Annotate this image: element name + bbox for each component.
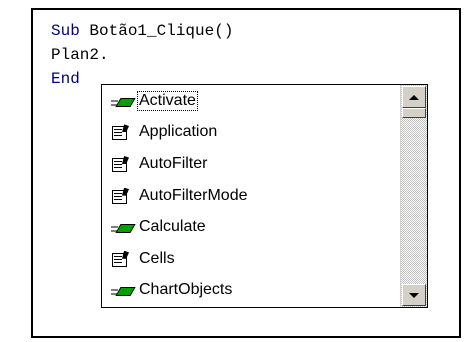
code-line-3[interactable]: End — [51, 68, 80, 90]
list-item[interactable]: AutoFilterMode — [102, 180, 400, 212]
scroll-down-button[interactable] — [402, 284, 426, 306]
procedure-signature: Botão1_Clique() — [79, 22, 234, 40]
end-keyword: End — [51, 70, 80, 88]
object-reference: Plan2. — [51, 46, 109, 64]
list-item[interactable]: AutoFilter — [102, 148, 400, 180]
autocomplete-list[interactable]: Activate Application AutoFilter AutoFilt… — [101, 84, 428, 308]
code-line-1[interactable]: Sub Botão1_Clique() — [51, 20, 233, 42]
list-item[interactable]: Cells — [102, 243, 400, 275]
arrow-up-icon — [409, 94, 419, 100]
list-item-label: Cells — [139, 249, 175, 267]
list-item-label: Application — [139, 123, 218, 141]
list-item-label: Calculate — [139, 218, 206, 236]
list-item-label: AutoFilterMode — [139, 186, 248, 204]
method-icon — [111, 92, 136, 110]
list-item[interactable]: Activate — [102, 85, 400, 117]
arrow-down-icon — [409, 292, 419, 298]
property-icon — [111, 250, 133, 268]
property-icon — [111, 187, 133, 205]
scroll-thumb[interactable] — [402, 108, 426, 118]
method-icon — [111, 281, 136, 299]
code-line-2[interactable]: Plan2. — [51, 44, 109, 66]
property-icon — [111, 123, 133, 141]
member-list: Activate Application AutoFilter AutoFilt… — [102, 85, 400, 307]
method-icon — [111, 218, 136, 236]
list-item[interactable]: Calculate — [102, 211, 400, 243]
list-item-label: AutoFilter — [139, 154, 208, 172]
scroll-up-button[interactable] — [402, 86, 426, 108]
list-item[interactable]: ChartObjects — [102, 275, 400, 307]
vertical-scrollbar[interactable] — [400, 85, 427, 307]
list-item-label: ChartObjects — [139, 281, 233, 299]
property-icon — [111, 155, 133, 173]
list-item[interactable]: Application — [102, 117, 400, 149]
sub-keyword: Sub — [51, 22, 80, 40]
list-item-label: Activate — [137, 90, 198, 111]
